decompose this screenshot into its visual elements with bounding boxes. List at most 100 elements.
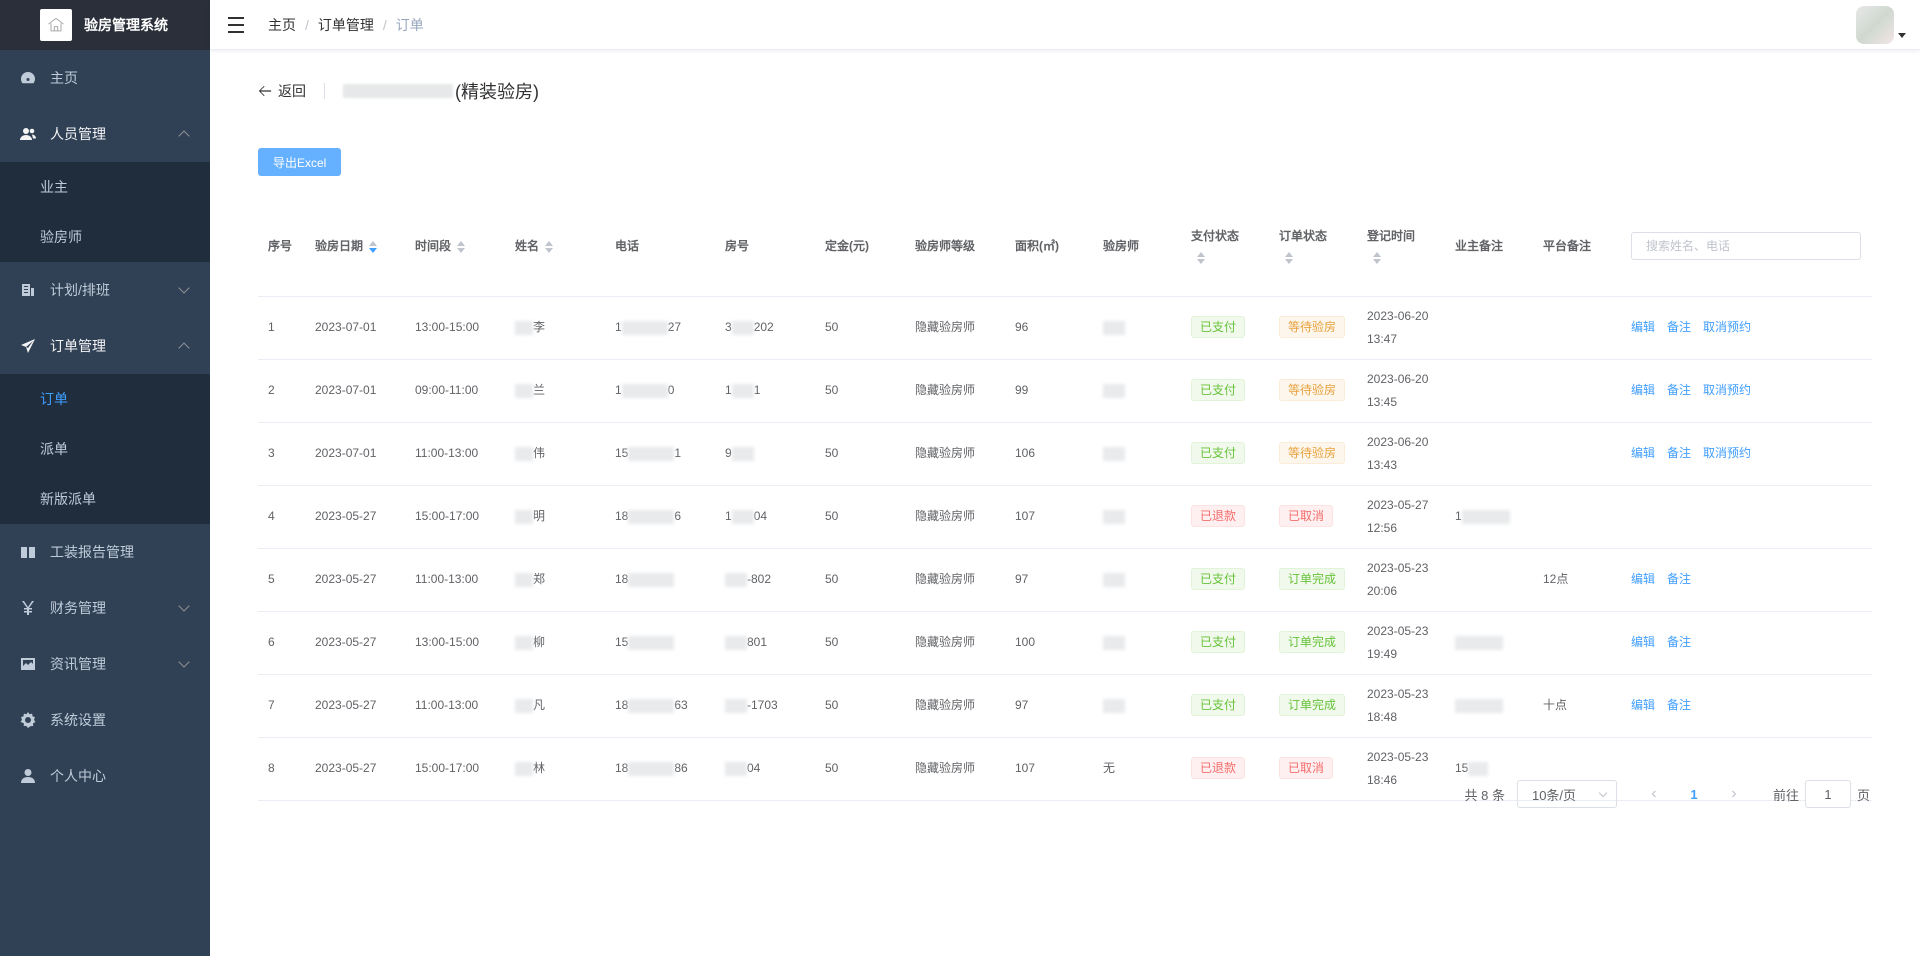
- search-input[interactable]: [1631, 231, 1861, 260]
- op-link[interactable]: 编辑: [1631, 572, 1655, 586]
- cell-owner-note: [1445, 422, 1533, 486]
- op-link[interactable]: 取消预约: [1703, 383, 1751, 397]
- cell-reg-time: 2023-06-20 13:43: [1357, 422, 1445, 486]
- back-button[interactable]: 返回: [258, 81, 306, 101]
- export-excel-button[interactable]: 导出Excel: [258, 148, 342, 176]
- redacted-text: [1455, 635, 1503, 650]
- sidebar-item-owner[interactable]: 业主: [0, 162, 210, 212]
- goto-page-input[interactable]: [1804, 780, 1851, 808]
- sidebar-item-label: 财务管理: [50, 600, 106, 616]
- cell-ops: 编辑 备注: [1621, 548, 1872, 612]
- cell-index: 3: [258, 422, 305, 486]
- cell-room: 11: [715, 359, 815, 423]
- breadcrumb-home[interactable]: 主页: [268, 15, 296, 35]
- redacted-text: [1103, 572, 1125, 587]
- caret-down-icon[interactable]: [1898, 32, 1906, 38]
- cell-order-status: 等待验房: [1269, 296, 1357, 360]
- op-link[interactable]: 备注: [1667, 383, 1691, 397]
- op-link[interactable]: 备注: [1667, 320, 1691, 334]
- table-row: 7 2023-05-27 11:00-13:00 凡 18 63 -1703 50…: [258, 674, 1872, 738]
- sort-icon[interactable]: [1285, 252, 1347, 265]
- sidebar-item-finance[interactable]: 财务管理: [0, 580, 210, 636]
- sidebar-item-new-dispatch[interactable]: 新版派单: [0, 474, 210, 524]
- sidebar-item-home[interactable]: 主页: [0, 50, 210, 106]
- cell-inspector: [1093, 611, 1181, 675]
- redacted-text: [621, 383, 668, 398]
- user-menu[interactable]: [1856, 6, 1906, 44]
- arrow-left-icon: [258, 85, 272, 97]
- op-link[interactable]: 备注: [1667, 698, 1691, 712]
- cell-reg-time: 2023-05-23 19:49: [1357, 611, 1445, 675]
- sidebar-item-orders[interactable]: 订单管理: [0, 318, 210, 374]
- page-size-select[interactable]: 10条/页: [1516, 780, 1617, 808]
- cell-date: 2023-07-01: [305, 359, 405, 423]
- op-link[interactable]: 编辑: [1631, 635, 1655, 649]
- sort-icon[interactable]: [1373, 252, 1435, 265]
- redacted-text: [628, 761, 675, 776]
- op-link[interactable]: 备注: [1667, 572, 1691, 586]
- col-header-date[interactable]: 验房日期: [305, 196, 405, 297]
- cell-area: 97: [1005, 548, 1093, 612]
- op-link[interactable]: 取消预约: [1703, 446, 1751, 460]
- cell-ops: 编辑 备注 取消预约: [1621, 422, 1872, 486]
- sidebar-item-personnel[interactable]: 人员管理: [0, 106, 210, 162]
- yen-icon: [20, 600, 36, 616]
- col-header-order[interactable]: 订单状态: [1269, 196, 1357, 297]
- sidebar-item-schedule[interactable]: 计划/排班: [0, 262, 210, 318]
- col-header: 验房师: [1093, 196, 1181, 297]
- op-link[interactable]: 备注: [1667, 635, 1691, 649]
- op-link[interactable]: 备注: [1667, 446, 1691, 460]
- col-header-name[interactable]: 姓名: [505, 196, 605, 297]
- col-header: 序号: [258, 196, 305, 297]
- sidebar-item-reports[interactable]: 工装报告管理: [0, 524, 210, 580]
- sidebar-item-news[interactable]: 资讯管理: [0, 636, 210, 692]
- sidebar-item-label: 工装报告管理: [50, 544, 134, 560]
- sort-icon[interactable]: [369, 241, 378, 254]
- hamburger-icon[interactable]: [228, 16, 244, 33]
- prev-page-button[interactable]: ‹: [1639, 785, 1669, 803]
- sort-icon[interactable]: [457, 241, 466, 254]
- cell-ops: 编辑 备注 取消预约: [1621, 359, 1872, 423]
- book-icon: [20, 544, 36, 560]
- sidebar-item-inspector[interactable]: 验房师: [0, 212, 210, 262]
- op-link[interactable]: 编辑: [1631, 320, 1655, 334]
- op-link[interactable]: 编辑: [1631, 383, 1655, 397]
- op-link[interactable]: 编辑: [1631, 698, 1655, 712]
- sidebar-item-dispatch[interactable]: 派单: [0, 424, 210, 474]
- redacted-text: [515, 761, 533, 776]
- redacted-text: [515, 509, 533, 524]
- page-number[interactable]: 1: [1679, 787, 1709, 802]
- cell-owner-note: [1445, 296, 1533, 360]
- sidebar-item-label: 主页: [50, 70, 78, 86]
- status-badge: 已退款: [1191, 505, 1246, 527]
- cell-level: 隐藏验房师: [905, 611, 1005, 675]
- sort-icon[interactable]: [1197, 252, 1259, 265]
- page-unit-label: 页: [1856, 787, 1870, 803]
- status-badge: 订单完成: [1279, 568, 1346, 590]
- op-link[interactable]: 编辑: [1631, 446, 1655, 460]
- sort-icon[interactable]: [545, 241, 554, 254]
- status-badge: 已支付: [1191, 568, 1246, 590]
- breadcrumb-orders[interactable]: 订单管理: [318, 15, 374, 35]
- op-link[interactable]: 取消预约: [1703, 320, 1751, 334]
- cell-area: 97: [1005, 674, 1093, 738]
- sidebar-item-settings[interactable]: 系统设置: [0, 692, 210, 748]
- cell-pay-status: 已支付: [1181, 674, 1269, 738]
- breadcrumb-current: 订单: [395, 16, 424, 33]
- status-badge: 等待验房: [1279, 316, 1346, 338]
- sidebar-item-profile[interactable]: 个人中心: [0, 748, 210, 804]
- cell-platform-note: [1533, 611, 1621, 675]
- cell-pay-status: 已退款: [1181, 485, 1269, 549]
- avatar[interactable]: [1856, 6, 1894, 44]
- sidebar-item-order[interactable]: 订单: [0, 374, 210, 424]
- cell-pay-status: 已支付: [1181, 611, 1269, 675]
- goto-label: 前往: [1772, 787, 1799, 803]
- cell-phone: 18 86: [605, 737, 715, 801]
- next-page-button[interactable]: ›: [1719, 785, 1749, 803]
- orders-table: 序号 验房日期 时间段 姓名 电话 房号 定金(元) 验房师等级 面积(㎡) 验…: [258, 196, 1872, 801]
- cell-order-status: 订单完成: [1269, 674, 1357, 738]
- cell-time: 13:00-15:00: [405, 611, 505, 675]
- col-header-pay[interactable]: 支付状态: [1181, 196, 1269, 297]
- col-header-reg[interactable]: 登记时间: [1357, 196, 1445, 297]
- col-header-time[interactable]: 时间段: [405, 196, 505, 297]
